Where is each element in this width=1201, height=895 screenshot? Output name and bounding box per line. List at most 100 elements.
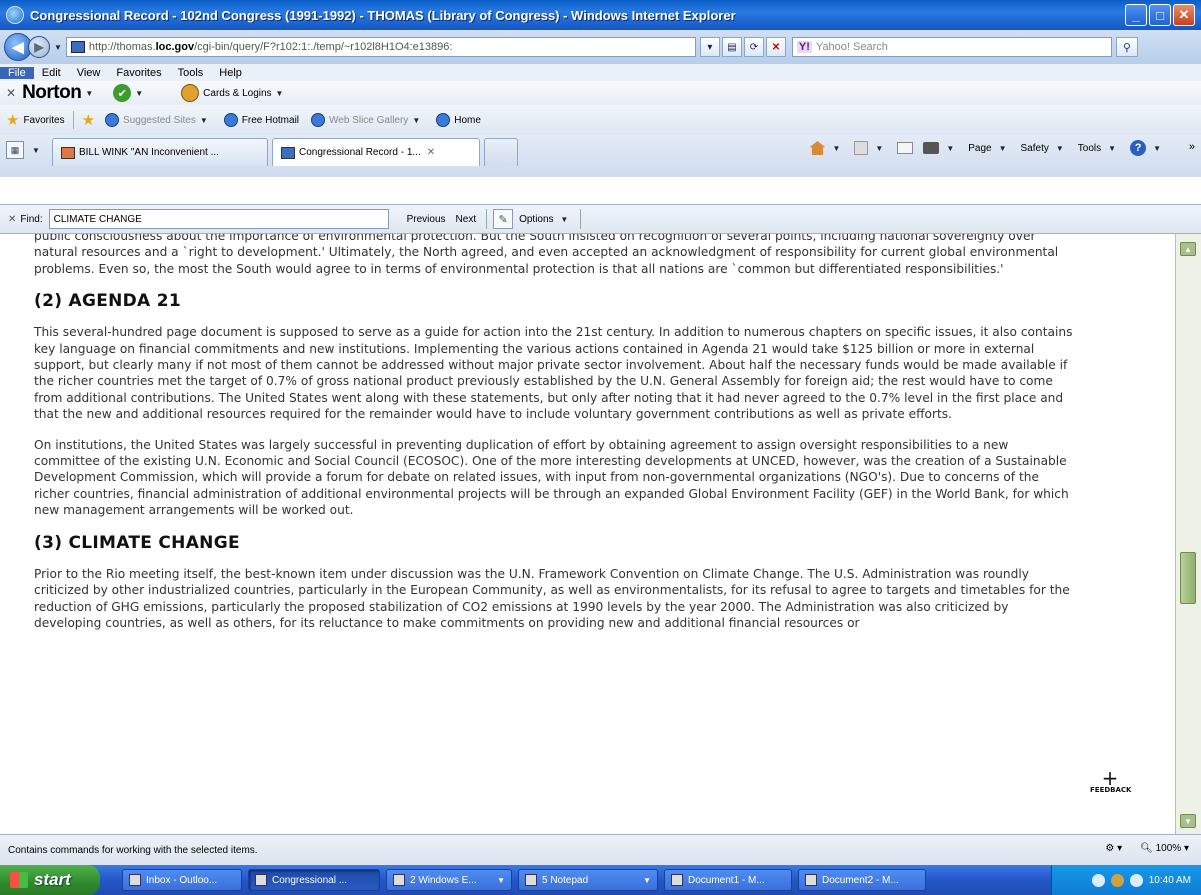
- section-heading: (3) CLIMATE CHANGE: [34, 532, 240, 553]
- tools-menu[interactable]: Tools ▼: [1078, 143, 1120, 154]
- menu-bar: File Edit View Favorites Tools Help: [0, 64, 1201, 81]
- windows-logo-icon: [10, 872, 28, 888]
- paragraph: public consciousness about the importanc…: [34, 234, 1059, 276]
- menu-tools[interactable]: Tools: [170, 67, 212, 79]
- system-tray: 10:40 AM: [1051, 865, 1201, 895]
- home-button[interactable]: ▼: [809, 141, 844, 155]
- feeds-button[interactable]: ▼: [854, 141, 887, 155]
- fav-free-hotmail[interactable]: Free Hotmail: [223, 113, 299, 127]
- security-icon[interactable]: [1129, 873, 1143, 887]
- page-menu[interactable]: Page ▼: [968, 143, 1010, 154]
- window-controls: _ □ ✕: [1125, 4, 1195, 26]
- taskbar-item-document1[interactable]: Document1 - M...: [664, 869, 792, 891]
- ie-icon: [6, 6, 24, 24]
- taskbar-item-windows-explorer[interactable]: 2 Windows E... ▼: [386, 869, 512, 891]
- tab-inconvenient[interactable]: BILL WINK "AN Inconvenient ...: [52, 138, 268, 166]
- search-input[interactable]: Y! Yahoo! Search: [791, 37, 1112, 57]
- command-bar: ▼ ▼ ▼ Page ▼ Safety ▼ Tools ▼ ? ▼: [809, 140, 1165, 156]
- find-input-value: CLIMATE CHANGE: [53, 213, 142, 225]
- menu-view[interactable]: View: [69, 67, 109, 79]
- chevron-down-icon: ▼: [497, 875, 505, 885]
- fav-suggested-sites[interactable]: Suggested Sites ▼: [105, 113, 212, 127]
- protected-mode-icon[interactable]: ⚙ ▾: [1105, 843, 1122, 854]
- add-favorite-icon[interactable]: ★: [82, 111, 95, 129]
- safety-menu[interactable]: Safety ▼: [1021, 143, 1068, 154]
- page-icon: [61, 146, 75, 159]
- menu-file[interactable]: File: [0, 66, 34, 79]
- search-placeholder: Yahoo! Search: [815, 41, 888, 53]
- vertical-scrollbar[interactable]: ▲ ▼: [1175, 234, 1201, 834]
- status-dropdown-icon[interactable]: ▼: [135, 89, 143, 98]
- history-dropdown-icon[interactable]: ▼: [54, 43, 62, 52]
- zoom-control[interactable]: 🔍︎ 100% ▾: [1140, 843, 1189, 854]
- search-icon[interactable]: ⚲: [1115, 37, 1138, 57]
- scroll-thumb[interactable]: [1180, 552, 1196, 604]
- find-input[interactable]: CLIMATE CHANGE: [48, 209, 389, 229]
- taskbar-item-label: 5 Notepad: [542, 874, 589, 886]
- clock[interactable]: 10:40 AM: [1149, 875, 1191, 886]
- close-toolbar-icon[interactable]: ✕: [6, 86, 16, 100]
- ie-page-icon: [105, 113, 120, 127]
- minimize-button[interactable]: _: [1125, 4, 1147, 26]
- network-icon[interactable]: [1091, 873, 1105, 887]
- compatibility-icon[interactable]: ▾: [699, 37, 720, 57]
- find-options-label: Options: [519, 213, 554, 225]
- refresh-icon[interactable]: ⟳: [743, 37, 764, 57]
- feedback-button[interactable]: + FEEDBACK: [1090, 768, 1131, 794]
- page-icon: [281, 146, 295, 159]
- menu-help[interactable]: Help: [211, 67, 250, 79]
- cards-logins-label: Cards & Logins: [203, 87, 272, 99]
- fav-suggested-label: Suggested Sites: [123, 114, 196, 126]
- fav-web-slice-gallery[interactable]: Web Slice Gallery ▼: [311, 113, 424, 127]
- paragraph: On institutions, the United States was l…: [34, 437, 1069, 518]
- scroll-up-icon[interactable]: ▲: [1180, 242, 1196, 256]
- scroll-down-icon[interactable]: ▼: [1180, 814, 1196, 828]
- close-button[interactable]: ✕: [1173, 4, 1195, 26]
- print-button[interactable]: ▼: [923, 142, 958, 154]
- taskbar-item-document2[interactable]: Document2 - M...: [798, 869, 926, 891]
- toolbar-overflow-icon[interactable]: »: [1189, 141, 1195, 153]
- close-find-icon[interactable]: ✕: [8, 214, 16, 225]
- taskbar-item-label: Congressional ...: [272, 874, 348, 886]
- fav-webslice-label: Web Slice Gallery: [329, 114, 409, 126]
- highlight-icon[interactable]: ✎: [493, 209, 514, 229]
- quick-tabs-icon[interactable]: ▦: [6, 141, 24, 159]
- menu-favorites[interactable]: Favorites: [108, 67, 169, 79]
- cards-logins-button[interactable]: Cards & Logins ▼: [181, 84, 287, 102]
- norton-dropdown-icon[interactable]: ▼: [85, 89, 93, 98]
- start-button[interactable]: start: [0, 865, 100, 895]
- section-heading: (2) AGENDA 21: [34, 291, 181, 312]
- favorites-star-icon: ★: [6, 112, 20, 129]
- taskbar: start Inbox - Outloo... Congressional ..…: [0, 865, 1201, 895]
- find-next-button[interactable]: Next: [456, 214, 477, 225]
- taskbar-item-congressional[interactable]: Congressional ...: [248, 869, 380, 891]
- printer-icon: [923, 142, 940, 154]
- close-tab-icon[interactable]: ✕: [427, 147, 435, 158]
- page-compat-icon[interactable]: ▤: [721, 37, 742, 57]
- paragraph: This several-hundred page document is su…: [34, 325, 1073, 422]
- maximize-button[interactable]: □: [1149, 4, 1171, 26]
- tab-congressional-record[interactable]: Congressional Record - 1... ✕: [272, 138, 480, 166]
- find-previous-button[interactable]: Previous: [407, 214, 446, 225]
- favorites-button[interactable]: Favorites: [23, 115, 64, 126]
- tab-list-icon[interactable]: ▼: [32, 146, 40, 155]
- taskbar-item-outlook[interactable]: Inbox - Outloo...: [122, 869, 242, 891]
- lock-icon: [181, 84, 200, 102]
- checkmark-icon[interactable]: ✔: [113, 84, 132, 102]
- help-button[interactable]: ? ▼: [1130, 140, 1165, 156]
- chevron-down-icon: ▼: [643, 875, 651, 885]
- menu-edit[interactable]: Edit: [34, 67, 69, 79]
- ie-page-icon: [223, 113, 238, 127]
- norton-logo[interactable]: Norton: [22, 82, 82, 104]
- new-tab-button[interactable]: [484, 138, 518, 166]
- taskbar-item-label: 2 Windows E...: [410, 874, 477, 886]
- url-field[interactable]: http://thomas. loc.gov/cgi-bin/query/F?r1…: [65, 37, 696, 57]
- stop-icon[interactable]: ✕: [765, 37, 786, 57]
- forward-button[interactable]: ▶: [28, 36, 50, 58]
- taskbar-item-notepad[interactable]: 5 Notepad ▼: [518, 869, 658, 891]
- mail-button[interactable]: [897, 142, 914, 154]
- fav-home[interactable]: Home: [436, 113, 481, 127]
- find-options-button[interactable]: Options ▼: [519, 214, 572, 225]
- word-icon: [805, 874, 817, 886]
- volume-icon[interactable]: [1110, 873, 1124, 887]
